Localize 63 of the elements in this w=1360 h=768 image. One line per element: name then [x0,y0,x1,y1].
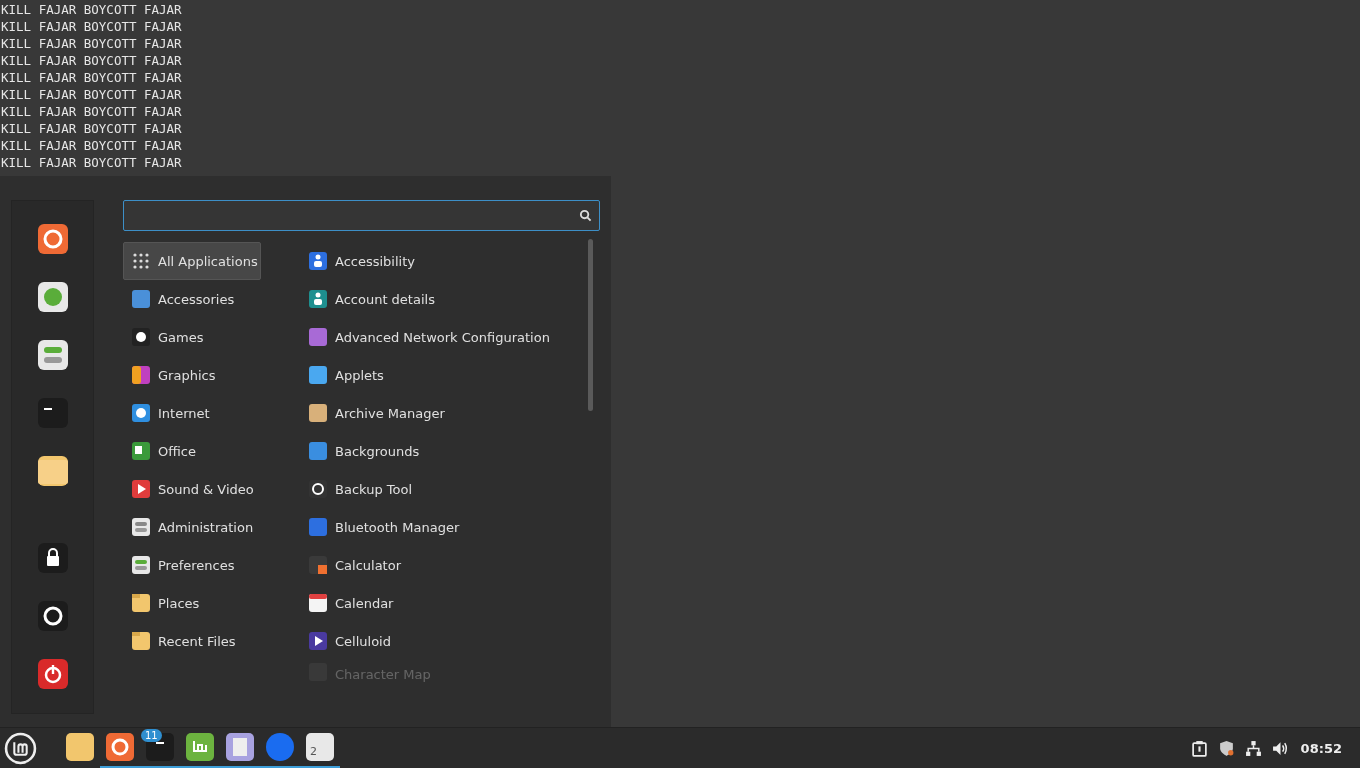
application-item[interactable]: Bluetooth Manager [300,508,600,546]
application-item[interactable]: Applets [300,356,600,394]
application-item[interactable]: Account details [300,280,600,318]
application-item[interactable]: Accessibility [300,242,600,280]
grid-icon [131,251,151,271]
terminal-line: KILL FAJAR BOYCOTT FAJAR [0,137,182,154]
person-icon [308,251,328,271]
power-icon[interactable] [37,659,68,689]
terminal-line: KILL FAJAR BOYCOTT FAJAR [0,154,182,171]
folder-icon [65,732,95,762]
search-icon [579,209,592,222]
category-item[interactable]: Preferences [123,546,261,584]
text-document-icon [225,732,255,762]
circle-icon [265,732,295,762]
category-item[interactable]: Office [123,432,261,470]
terminal-line: KILL FAJAR BOYCOTT FAJAR [0,120,182,137]
application-item[interactable]: Advanced Network Configuration [300,318,600,356]
folder-icon[interactable] [37,456,68,486]
play-icon [308,631,328,651]
category-item[interactable]: Accessories [123,280,261,318]
category-item[interactable]: Internet [123,394,261,432]
search-field[interactable] [123,200,600,231]
application-item[interactable]: Celluloid [300,622,600,660]
scrollbar[interactable] [588,239,593,411]
category-item[interactable]: Administration [123,508,261,546]
terminal-line: KILL FAJAR BOYCOTT FAJAR [0,35,182,52]
category-item[interactable]: All Applications [123,242,261,280]
lock-icon[interactable] [37,543,68,573]
folder-icon [131,593,151,613]
icon-label: 2 [310,745,317,758]
application-item[interactable]: Calendar [300,584,600,622]
category-item[interactable]: Recent Files [123,622,261,660]
calendar-icon [308,593,328,613]
count-badge: 11 [141,729,162,742]
application-item[interactable]: Backup Tool [300,470,600,508]
clipboard-icon[interactable] [1190,739,1208,757]
category-item[interactable]: Graphics [123,356,261,394]
category-item[interactable]: Places [123,584,261,622]
play-icon [131,479,151,499]
taskbar-button[interactable]: 11 [140,728,180,768]
category-item[interactable]: Sound & Video [123,470,261,508]
mint-logo-icon [185,732,215,762]
clock[interactable]: 08:52 [1300,740,1342,756]
note-icon [305,732,335,762]
terminal-line: KILL FAJAR BOYCOTT FAJAR [0,18,182,35]
terminal-line: KILL FAJAR BOYCOTT FAJAR [0,52,182,69]
terminal-line: KILL FAJAR BOYCOTT FAJAR [0,69,182,86]
terminal-line: KILL FAJAR BOYCOTT FAJAR [0,1,182,18]
category-item[interactable]: Games [123,318,261,356]
application-item[interactable]: Backgrounds [300,432,600,470]
taskbar-button[interactable]: 2 [300,728,340,768]
terminal-line: KILL FAJAR BOYCOTT FAJAR [0,103,182,120]
mint-logo-icon[interactable] [4,731,37,765]
document-icon [131,441,151,461]
toggle-switches-icon [131,555,151,575]
application-item[interactable]: Archive Manager [300,394,600,432]
user-icon [308,289,328,309]
terminal-line: KILL FAJAR BOYCOTT FAJAR [0,86,182,103]
volume-icon[interactable] [1271,739,1289,757]
toggle-switches-icon[interactable] [37,340,68,370]
shield-icon[interactable] [1217,739,1235,757]
application-item[interactable]: Calculator [300,546,600,584]
toggle-switches-icon [131,517,151,537]
